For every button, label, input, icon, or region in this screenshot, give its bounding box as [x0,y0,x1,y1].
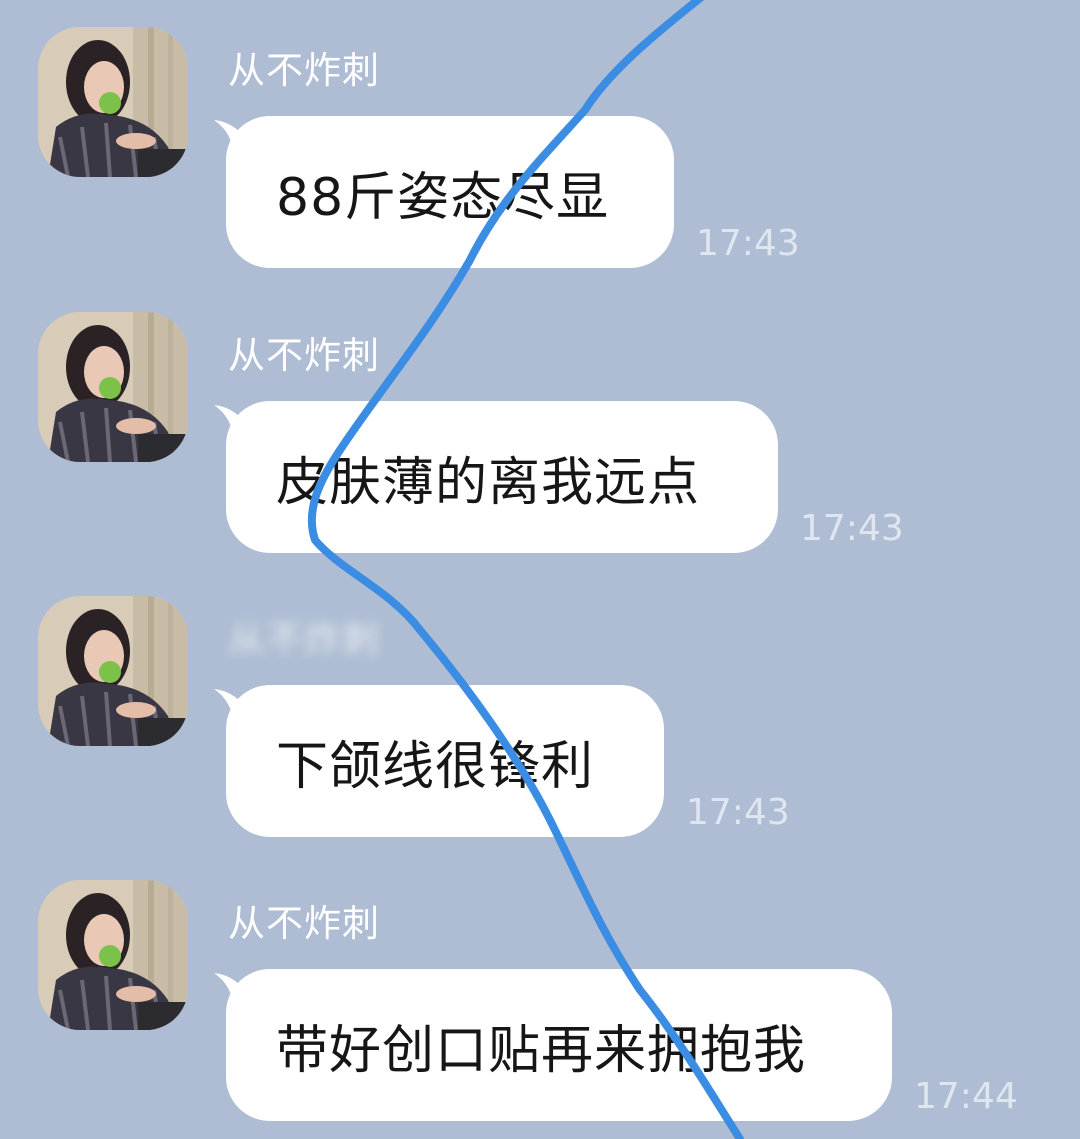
avatar[interactable] [38,27,188,177]
message-row: 从不炸刺 下颌线很锋利 17:43 [0,569,1080,854]
sender-name: 从不炸刺 [228,902,380,945]
message-bubble[interactable]: 带好创口贴再来拥抱我 [226,969,892,1121]
sender-name: 从不炸刺 [228,618,380,661]
message-time: 17:43 [800,508,904,549]
message-text: 带好创口贴再来拥抱我 [276,1020,807,1081]
message-row: 从不炸刺 皮肤薄的离我远点 17:43 [0,285,1080,570]
avatar[interactable] [38,880,188,1030]
avatar[interactable] [38,312,188,462]
sender-name: 从不炸刺 [228,49,380,92]
chat-thread: 从不炸刺 88斤姿态尽显 17:43 从不炸刺 皮肤薄的离我远点 17:43 从… [0,0,1080,1139]
message-row: 从不炸刺 88斤姿态尽显 17:43 [0,0,1080,285]
message-bubble[interactable]: 下颌线很锋利 [226,685,664,837]
message-text: 88斤姿态尽显 [276,167,610,228]
sender-name: 从不炸刺 [228,334,380,377]
avatar[interactable] [38,596,188,746]
message-text: 皮肤薄的离我远点 [276,452,701,513]
message-bubble[interactable]: 88斤姿态尽显 [226,116,674,268]
message-text: 下颌线很锋利 [276,736,595,797]
message-time: 17:43 [686,792,790,833]
message-time: 17:43 [696,223,800,264]
message-bubble[interactable]: 皮肤薄的离我远点 [226,401,778,553]
message-time: 17:44 [914,1076,1018,1117]
message-row: 从不炸刺 带好创口贴再来拥抱我 17:44 [0,853,1080,1138]
